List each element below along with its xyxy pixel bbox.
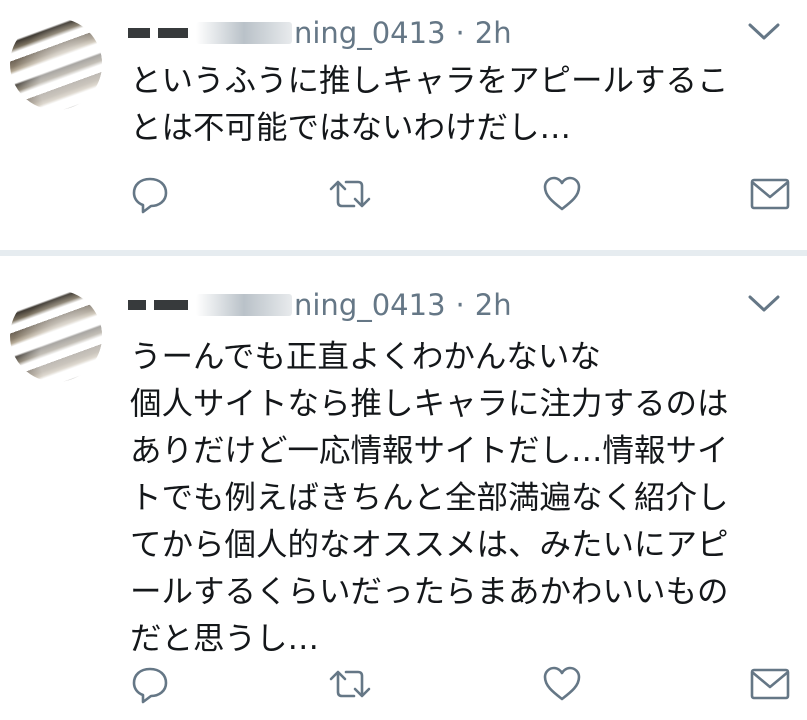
separator-dot: · xyxy=(455,16,465,50)
reply-icon xyxy=(130,664,170,704)
chevron-down-icon[interactable] xyxy=(747,292,781,314)
username-handle[interactable]: ning_0413 xyxy=(294,288,446,322)
tweet[interactable]: ning_0413 · 2h というふうに推しキャラをアピールするこ とは不可能… xyxy=(0,0,807,250)
heart-icon xyxy=(541,174,583,214)
tweet-text: うーんでも正直よくわかんないな 個人サイトなら推しキャラに注力するのは ありだけ… xyxy=(130,334,793,663)
separator-dot: · xyxy=(455,288,465,322)
handle-redacted xyxy=(196,294,292,316)
envelope-icon xyxy=(749,666,791,702)
reply-icon xyxy=(130,174,170,214)
timestamp[interactable]: 2h xyxy=(475,288,512,322)
direct-message-button[interactable] xyxy=(748,662,792,706)
display-name-redacted xyxy=(128,28,150,38)
tweet-text-line: てから個人的なオススメは、みたいにアピ xyxy=(130,527,729,563)
display-name-redacted xyxy=(158,28,188,38)
tweet-text-line: ありだけど一応情報サイトだし…情報サイ xyxy=(130,433,729,469)
tweet-text-line: とは不可能ではないわけだし… xyxy=(130,110,572,146)
avatar[interactable] xyxy=(10,18,102,110)
retweet-icon xyxy=(327,174,373,214)
direct-message-button[interactable] xyxy=(748,172,792,216)
envelope-icon xyxy=(749,176,791,212)
chevron-down-icon[interactable] xyxy=(747,20,781,42)
like-button[interactable] xyxy=(540,172,584,216)
handle-redacted xyxy=(196,22,292,44)
reply-button[interactable] xyxy=(128,662,172,706)
tweet-header: ning_0413 · 2h xyxy=(128,284,747,326)
tweet-actions xyxy=(128,172,794,216)
tweet-text-line: ールするくらいだったらまあかわいいもの xyxy=(130,574,729,610)
like-button[interactable] xyxy=(540,662,584,706)
tweet[interactable]: ning_0413 · 2h うーんでも正直よくわかんないな 個人サイトなら推し… xyxy=(0,256,807,720)
tweet-text-line: だと思うし… xyxy=(130,621,320,657)
tweet-text: というふうに推しキャラをアピールするこ とは不可能ではないわけだし… xyxy=(130,58,793,152)
heart-icon xyxy=(541,664,583,704)
username-handle[interactable]: ning_0413 xyxy=(294,16,446,50)
retweet-icon xyxy=(327,664,373,704)
avatar[interactable] xyxy=(10,290,102,382)
display-name-redacted xyxy=(154,300,188,310)
tweet-text-line: うーんでも正直よくわかんないな xyxy=(130,339,601,375)
retweet-button[interactable] xyxy=(328,662,372,706)
tweet-header: ning_0413 · 2h xyxy=(128,12,747,54)
tweet-text-line: トでも例えばきちんと全部満遍なく紹介し xyxy=(130,480,729,516)
retweet-button[interactable] xyxy=(328,172,372,216)
tweet-text-line: 個人サイトなら推しキャラに注力するのは xyxy=(130,386,729,422)
timestamp[interactable]: 2h xyxy=(475,16,512,50)
tweet-actions xyxy=(128,662,794,706)
tweet-text-line: というふうに推しキャラをアピールするこ xyxy=(130,63,729,99)
reply-button[interactable] xyxy=(128,172,172,216)
display-name-redacted xyxy=(128,300,146,310)
